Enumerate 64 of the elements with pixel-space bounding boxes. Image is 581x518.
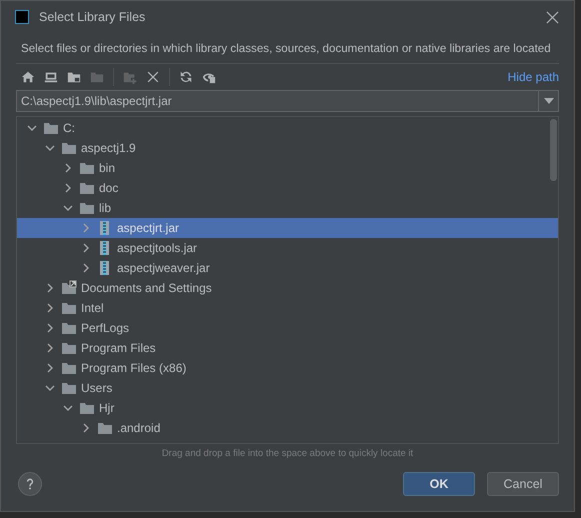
window-title: Select Library Files <box>39 10 146 24</box>
question-mark-icon <box>26 478 34 490</box>
folder-icon <box>43 120 59 136</box>
folder-icon <box>79 160 95 176</box>
folder-icon <box>61 340 77 356</box>
tree-item[interactable]: .android <box>17 418 558 438</box>
tree-item[interactable]: C: <box>17 118 558 138</box>
tree-item-label: aspectjtools.jar <box>117 241 198 255</box>
tree-item[interactable]: aspectjrt.jar <box>17 218 558 238</box>
toolbar-icon[interactable] <box>179 70 193 84</box>
tree-item-label: aspectj1.9 <box>81 141 136 155</box>
tree-item-label: Intel <box>81 301 104 315</box>
ok-button[interactable]: OK <box>403 472 475 496</box>
tree-item[interactable]: Users <box>17 378 558 398</box>
toolbar-icon[interactable] <box>44 70 58 84</box>
tree-item-label: bin <box>99 161 116 175</box>
tree-item[interactable]: aspectj1.9 <box>17 138 558 158</box>
tree-item[interactable]: lib <box>17 198 558 218</box>
tree-item[interactable]: aspectjtools.jar <box>17 238 558 258</box>
hide-path-link[interactable]: Hide path <box>508 70 559 84</box>
folder-icon <box>61 140 77 156</box>
hint-text: Drag and drop a file into the space above to quickly locate it <box>160 447 414 461</box>
tree-item-label: Program Files <box>81 341 156 355</box>
description-text: Select files or directories in which library classes, sources, documentation or native libraries are located <box>21 42 551 55</box>
dropdown-arrow-icon[interactable] <box>544 98 554 104</box>
folder-icon <box>61 380 77 396</box>
tree-item-label: doc <box>99 181 118 195</box>
tree-item[interactable]: Hjr <box>17 398 558 418</box>
dropdown-button[interactable] <box>538 90 559 112</box>
tree-item[interactable]: PerfLogs <box>17 318 558 338</box>
tree-item-label: C: <box>63 121 75 135</box>
toolbar-icon[interactable] <box>67 70 81 84</box>
close-icon[interactable] <box>546 10 559 24</box>
tree-item-label: lib <box>99 201 112 215</box>
toolbar-icon[interactable] <box>21 70 35 84</box>
tree-item-label: Hjr <box>99 401 114 415</box>
tree-item-label: Documents and Settings <box>81 281 212 295</box>
tree-item-label: Program Files (x86) <box>81 361 186 375</box>
tree-item-label: Users <box>81 381 112 395</box>
scrollbar-thumb[interactable] <box>550 119 557 181</box>
tree-item[interactable]: Program Files <box>17 338 558 358</box>
cancel-button[interactable]: Cancel <box>487 472 559 496</box>
folder-icon <box>79 400 95 416</box>
folder-icon <box>61 360 77 376</box>
app-logo-icon <box>15 10 29 24</box>
tree-item-label: PerfLogs <box>81 321 130 335</box>
tree-item-label: aspectjrt.jar <box>117 221 180 235</box>
tree-item[interactable]: Program Files (x86) <box>17 358 558 378</box>
folder-icon <box>97 420 113 436</box>
tree-item[interactable]: bin <box>17 158 558 178</box>
folder-icon <box>61 300 77 316</box>
tree-item-label: aspectjweaver.jar <box>117 261 210 275</box>
folder-icon <box>61 320 77 336</box>
tree-item[interactable]: aspectjweaver.jar <box>17 258 558 278</box>
help-button[interactable] <box>18 472 42 496</box>
folder-icon <box>79 200 95 216</box>
path-field[interactable]: C:\aspectj1.9\lib\aspectjrt.jar <box>16 90 538 112</box>
folder-shortcut-icon <box>61 280 77 296</box>
tree-item-label: .android <box>117 421 160 435</box>
tree-item[interactable]: Intel <box>17 298 558 318</box>
folder-icon <box>79 180 95 196</box>
tree-item[interactable]: Documents and Settings <box>17 278 558 298</box>
toolbar-icon[interactable] <box>146 70 160 84</box>
tree-item[interactable]: doc <box>17 178 558 198</box>
